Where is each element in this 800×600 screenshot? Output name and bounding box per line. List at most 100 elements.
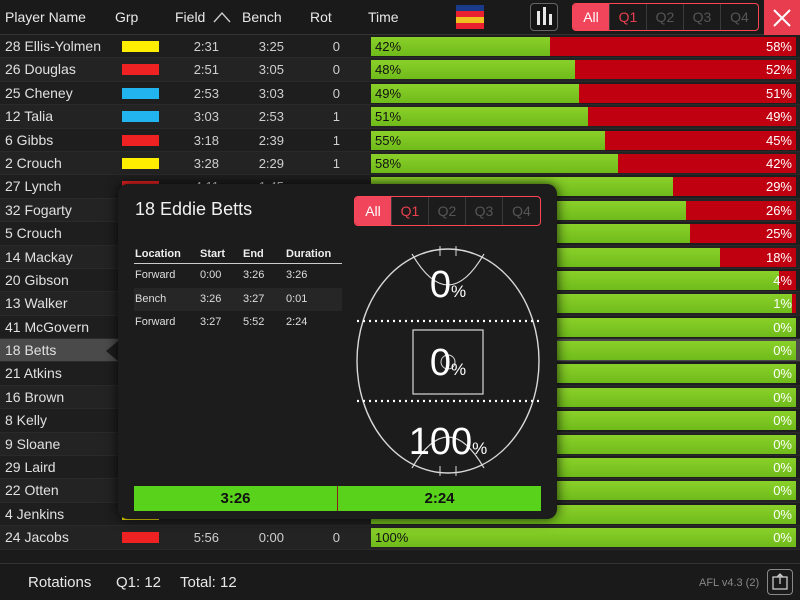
bench-pct-label: 0% [773,413,792,429]
pct-sign: % [472,439,488,458]
time-split-bar: 49% 51% [371,83,796,103]
player-name: 32 Fogarty [5,201,72,218]
col-time[interactable]: Time [368,9,399,25]
time-split-bar: 48% 52% [371,60,796,80]
player-name: 9 Sloane [5,435,61,452]
group-color-swatch [122,111,159,123]
player-row[interactable]: 24 Jacobs 5:56 0:00 0 100% 0% [0,526,800,550]
field-time: 2:53 [193,85,219,101]
bench-pct-label: 0% [773,506,792,522]
popup-quarter-tabs: All Q1 Q2 Q3 Q4 [354,196,541,226]
player-row[interactable]: 12 Talia 3:03 2:53 1 51% 49% [0,105,800,129]
table-row: Bench 3:26 3:27 0:01 [134,287,342,311]
table-row: Forward 0:00 3:26 3:26 [134,264,342,288]
close-button[interactable] [764,0,800,35]
header-bar: Player Name Grp Field Bench Rot Time All… [0,0,800,35]
bar-chart-icon [537,11,540,25]
bar-chart-button[interactable] [530,3,558,31]
col-field[interactable]: Field [175,9,205,25]
rotation-count: 0 [332,62,340,78]
bench-time: 3:03 [258,85,284,101]
cell-duration: 0:01 [286,292,308,305]
field-pct-label: 100% [375,530,409,546]
footer-bar: Rotations Q1: 12 Total: 12 AFL v4.3 (2) [0,563,800,600]
rotation-count: 0 [332,85,340,101]
col-grp[interactable]: Grp [115,9,138,25]
popup-tab-q3[interactable]: Q3 [466,197,503,225]
player-name: 20 Gibson [5,271,69,288]
time-split-bar: 51% 49% [371,107,796,127]
bench-pct-label: 0% [773,530,792,546]
pct-sign: % [451,360,467,379]
cell-location: Bench [135,292,167,305]
midfield-zone-pct: 0% [354,342,542,385]
cell-location: Forward [135,269,176,281]
bench-pct-label: 51% [765,85,792,101]
col-player-name[interactable]: Player Name [5,9,86,25]
player-name: 13 Walker [5,295,68,312]
player-row[interactable]: 6 Gibbs 3:18 2:39 1 55% 45% [0,128,800,152]
field-time-fill [371,83,580,103]
rotation-count: 1 [332,109,340,125]
player-row[interactable]: 25 Cheney 2:53 3:03 0 49% 51% [0,81,800,106]
q1-rotations: Q1: 12 [116,574,162,591]
rotations-label: Rotations [28,574,92,591]
rotation-table: Location Start End Duration Forward 0:00… [134,246,342,335]
popup-tab-q1[interactable]: Q1 [392,197,429,225]
tab-q1[interactable]: Q1 [610,4,647,30]
player-row[interactable]: 28 Ellis-Yolmen 2:31 3:25 0 42% 58% [0,35,800,59]
total-rotations: Total: 12 [180,574,237,591]
player-row[interactable]: 26 Douglas 2:51 3:05 0 48% 52% [0,58,800,82]
player-name: 28 Ellis-Yolmen [5,38,101,54]
tab-all[interactable]: All [573,4,610,30]
field-pct-label: 42% [375,39,402,54]
version-label: AFL v4.3 (2) [699,577,760,589]
player-name: 26 Douglas [5,61,76,78]
team-flag-icon [456,5,484,29]
player-name: 27 Lynch [5,178,62,195]
player-name: 16 Brown [5,388,65,405]
group-color-swatch [122,157,159,169]
rotation-count: 1 [332,132,340,148]
player-row[interactable]: 2 Crouch 3:28 2:29 1 58% 42% [0,151,800,176]
group-color-swatch [122,41,159,52]
popup-tab-q4[interactable]: Q4 [503,197,540,225]
bench-pct-label: 1% [773,296,792,312]
forward-zone-pct: 0% [354,264,542,307]
tab-q3[interactable]: Q3 [684,4,721,30]
popup-tab-all[interactable]: All [355,197,392,225]
midfield-pct-value: 0 [429,342,451,384]
player-name: 2 Crouch [5,154,62,171]
cell-duration: 2:24 [286,316,308,328]
player-name: 5 Crouch [5,225,62,242]
field-time-fill [371,60,575,80]
player-name: 6 Gibbs [5,131,54,148]
player-name: 41 McGovern [5,318,90,335]
close-icon [773,9,791,27]
bench-pct-label: 29% [765,179,792,195]
bench-pct-label: 52% [765,62,792,78]
player-name: 18 Betts [5,342,57,359]
field-time: 3:28 [193,155,219,171]
field-time: 2:51 [193,62,219,78]
player-name: 12 Talia [5,108,54,125]
forward-pct-value: 0 [429,264,451,306]
rotation-count: 0 [332,39,340,54]
bench-pct-label: 0% [773,483,792,499]
export-button[interactable] [767,569,793,595]
field-time-fill [371,130,605,150]
time-split-bar: 100% 0% [371,528,796,548]
bench-time: 2:39 [258,132,284,148]
header-end: End [243,248,264,260]
bench-pct-label: 25% [765,226,792,242]
popup-tab-q2[interactable]: Q2 [429,197,466,225]
group-color-swatch [122,134,159,146]
col-rot[interactable]: Rot [310,9,332,25]
tab-q4[interactable]: Q4 [721,4,758,30]
bench-pct-label: 45% [765,132,792,148]
bench-pct-label: 0% [773,343,792,359]
sort-ascending-icon[interactable] [213,11,231,23]
col-bench[interactable]: Bench [242,9,282,25]
rotation-count: 0 [332,530,340,546]
tab-q2[interactable]: Q2 [647,4,684,30]
